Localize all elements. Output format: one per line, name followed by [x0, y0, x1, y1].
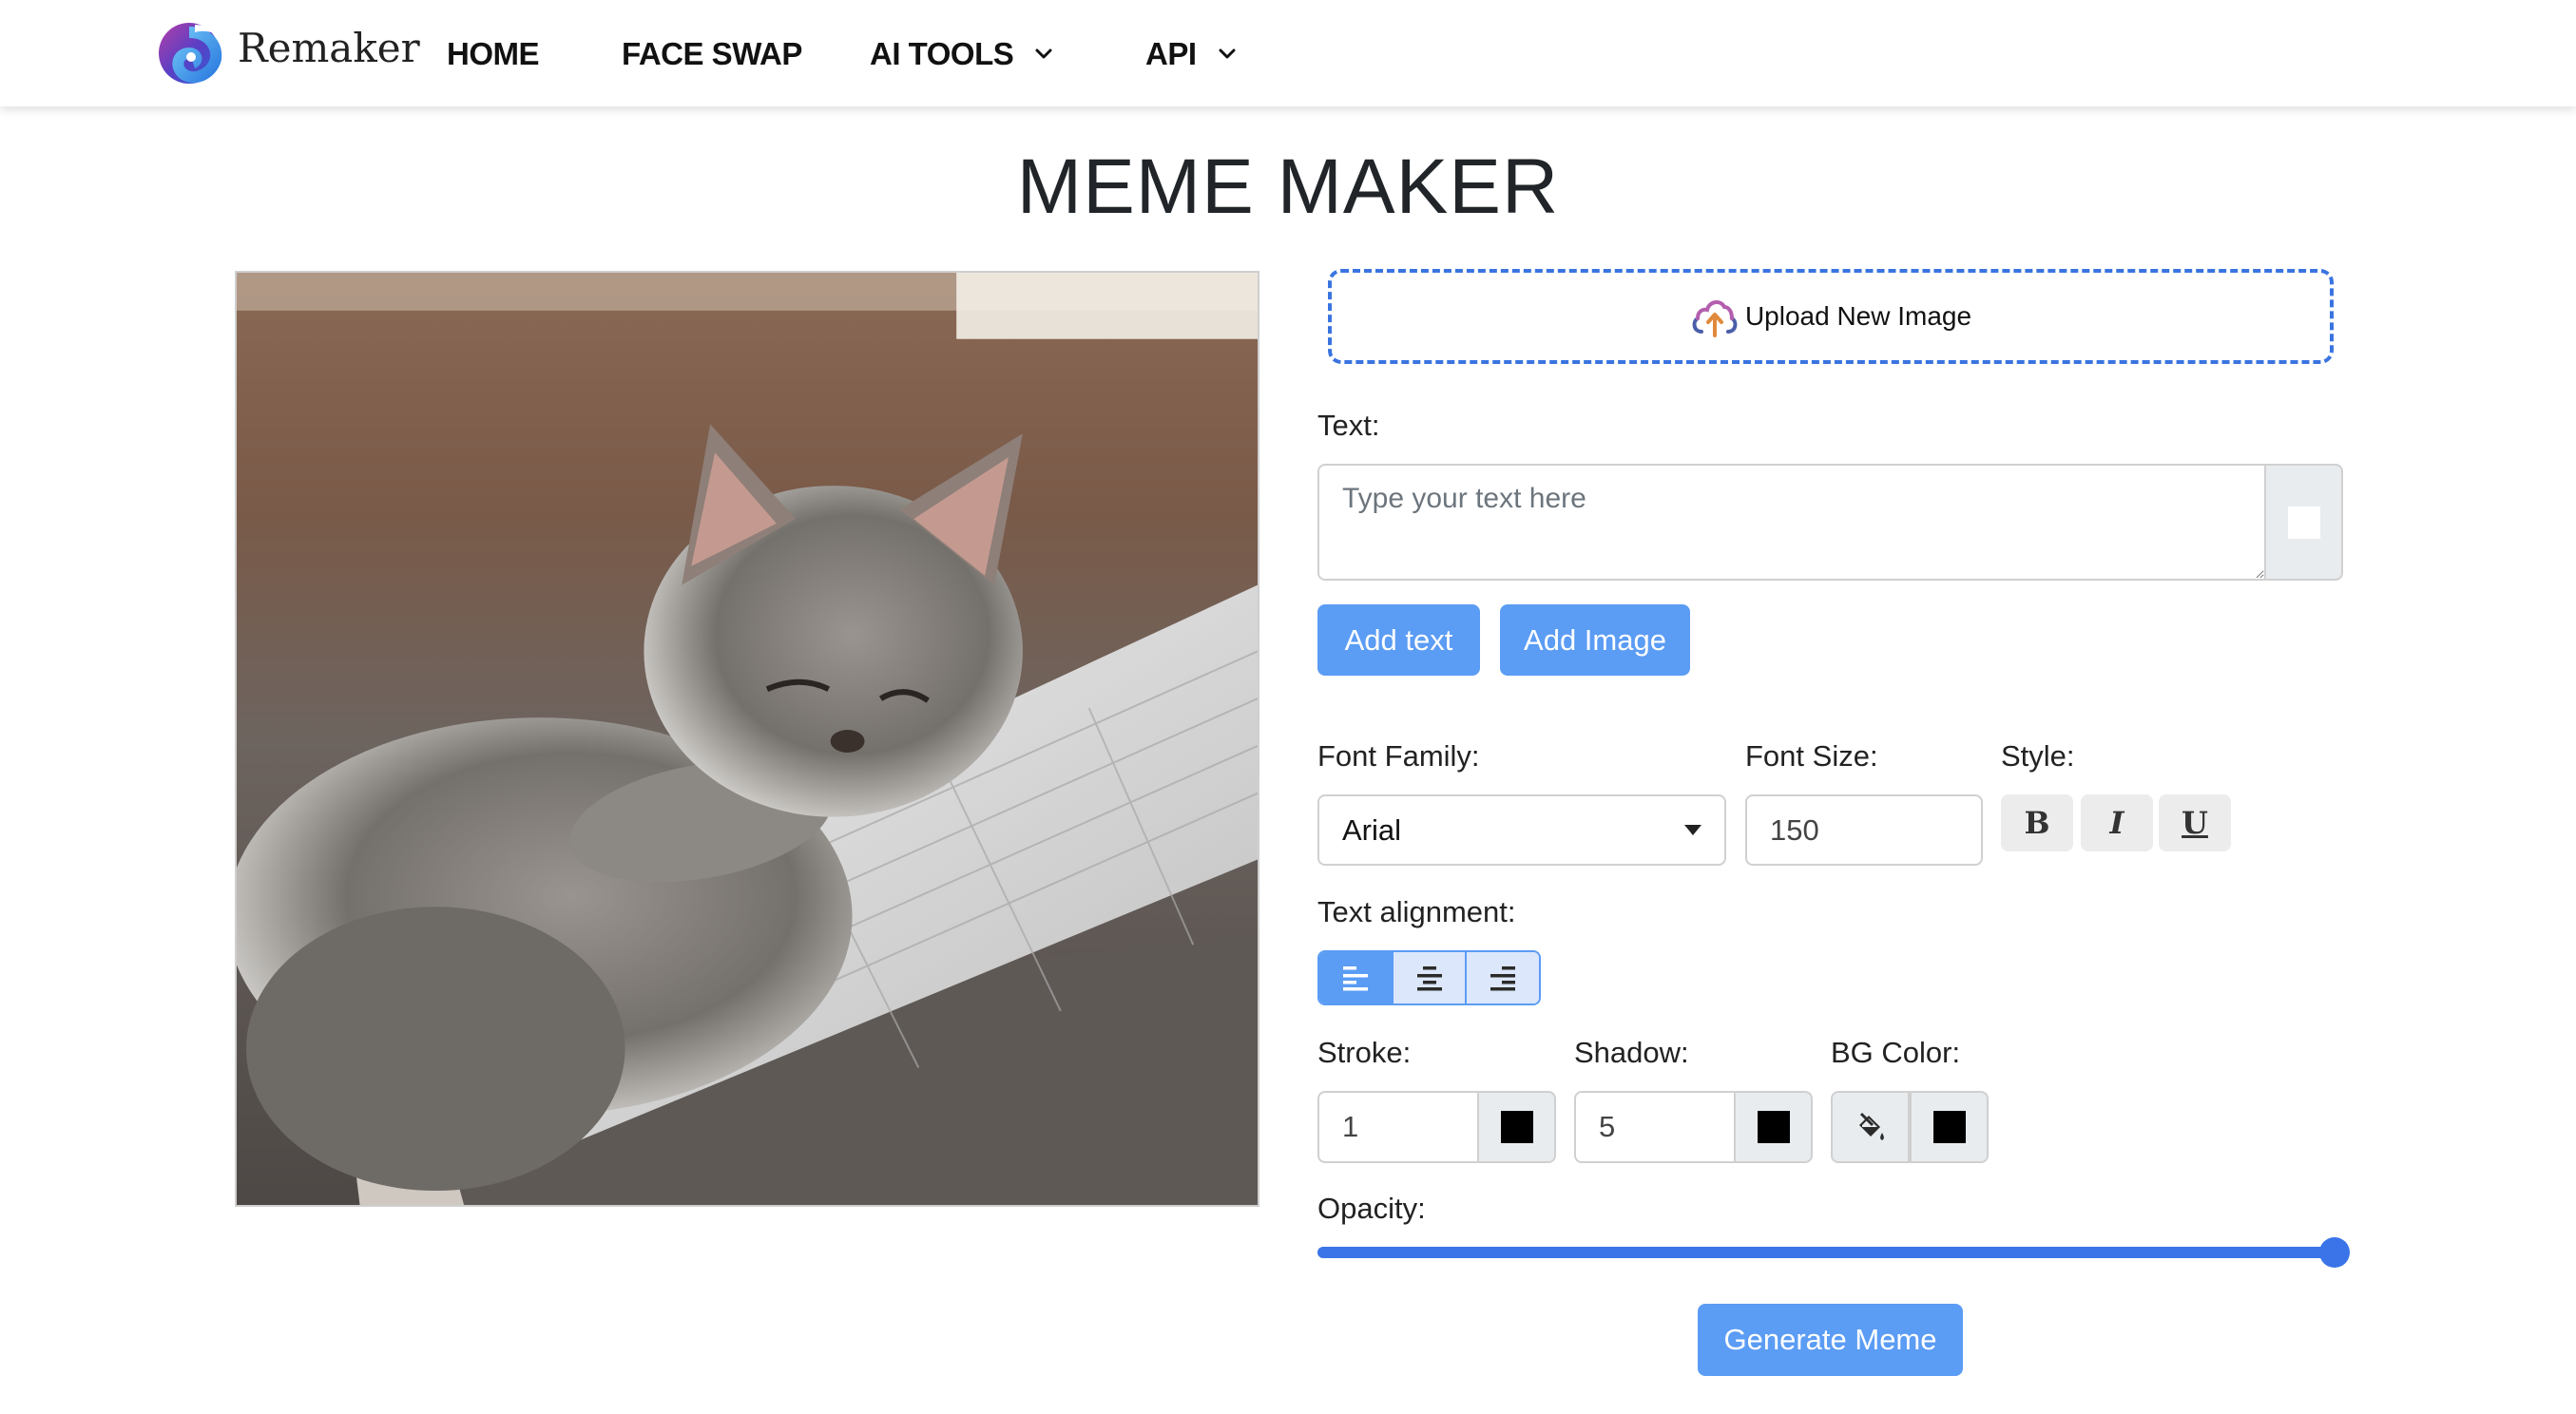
text-alignment-group: [1317, 950, 1541, 1005]
text-color-swatch: [2287, 506, 2320, 539]
paint-bucket-button[interactable]: [1831, 1091, 1910, 1163]
font-size-input[interactable]: [1745, 794, 1983, 866]
kitten-keyboard-image: [237, 273, 1258, 1205]
cloud-upload-icon: [1692, 300, 1738, 337]
upload-new-image-button[interactable]: Upload New Image: [1328, 269, 2334, 364]
font-family-label: Font Family:: [1317, 739, 1480, 773]
font-size-label: Font Size:: [1745, 739, 1878, 773]
brand-name[interactable]: Remaker: [238, 25, 420, 71]
nav-face-swap[interactable]: FACE SWAP: [622, 36, 802, 72]
page-title: MEME MAKER: [1016, 143, 1560, 230]
opacity-label: Opacity:: [1317, 1192, 1426, 1225]
align-center-icon: [1416, 966, 1442, 991]
generate-meme-button[interactable]: Generate Meme: [1698, 1304, 1963, 1376]
add-text-button[interactable]: Add text: [1317, 604, 1480, 676]
nav-api-label: API: [1145, 36, 1197, 71]
font-family-select[interactable]: Arial: [1317, 794, 1726, 866]
text-label: Text:: [1317, 409, 1380, 442]
shadow-color-swatch: [1757, 1111, 1790, 1143]
bg-color-label: BG Color:: [1831, 1036, 1961, 1069]
align-center-button[interactable]: [1393, 952, 1468, 1003]
chevron-down-icon: [1219, 48, 1236, 59]
upload-label: Upload New Image: [1744, 301, 1972, 331]
shadow-color-picker[interactable]: [1734, 1091, 1813, 1163]
bold-icon: B: [2024, 805, 2050, 841]
nav-face-swap-label: FACE SWAP: [622, 36, 802, 71]
stroke-color-swatch: [1500, 1111, 1533, 1143]
opacity-slider-thumb[interactable]: [2319, 1237, 2350, 1268]
nav-home[interactable]: HOME: [447, 36, 540, 72]
top-navbar: Remaker HOME FACE SWAP AI TOOLS API: [0, 0, 2576, 106]
align-right-button[interactable]: [1467, 952, 1539, 1003]
opacity-slider-track[interactable]: [1317, 1247, 2335, 1258]
bg-color-swatch: [1932, 1111, 1966, 1143]
remaker-logo-icon[interactable]: [157, 19, 223, 86]
text-input-group: [1317, 464, 2343, 581]
shadow-input-group: [1574, 1091, 1813, 1163]
caret-down-icon: [1684, 825, 1701, 835]
meme-text-input[interactable]: [1317, 464, 2264, 581]
shadow-label: Shadow:: [1574, 1036, 1689, 1069]
underline-button[interactable]: U: [2159, 794, 2231, 851]
nav-api[interactable]: API: [1145, 36, 1237, 72]
stroke-width-input[interactable]: [1317, 1091, 1477, 1163]
nav-ai-tools-label: AI TOOLS: [870, 36, 1014, 71]
stroke-label: Stroke:: [1317, 1036, 1412, 1069]
text-color-picker[interactable]: [2264, 464, 2343, 581]
paint-bucket-icon: [1858, 1112, 1884, 1140]
italic-button[interactable]: I: [2081, 794, 2153, 851]
underline-icon: U: [2182, 805, 2208, 841]
bg-color-input-group: [1831, 1091, 1989, 1163]
align-left-button[interactable]: [1319, 952, 1394, 1003]
italic-icon: I: [2109, 805, 2124, 841]
align-right-icon: [1490, 966, 1516, 991]
meme-canvas[interactable]: [235, 271, 1259, 1207]
font-family-value: Arial: [1342, 812, 1402, 847]
stroke-input-group: [1317, 1091, 1556, 1163]
align-left-icon: [1342, 966, 1368, 991]
shadow-blur-input[interactable]: [1574, 1091, 1734, 1163]
chevron-down-icon: [1035, 48, 1052, 59]
nav-ai-tools[interactable]: AI TOOLS: [870, 36, 1053, 72]
stroke-color-picker[interactable]: [1477, 1091, 1556, 1163]
nav-home-label: HOME: [447, 36, 540, 71]
text-alignment-label: Text alignment:: [1317, 895, 1516, 928]
add-image-button[interactable]: Add Image: [1500, 604, 1690, 676]
bold-button[interactable]: B: [2001, 794, 2073, 851]
style-label: Style:: [2001, 739, 2075, 773]
bg-color-picker[interactable]: [1910, 1091, 1989, 1163]
